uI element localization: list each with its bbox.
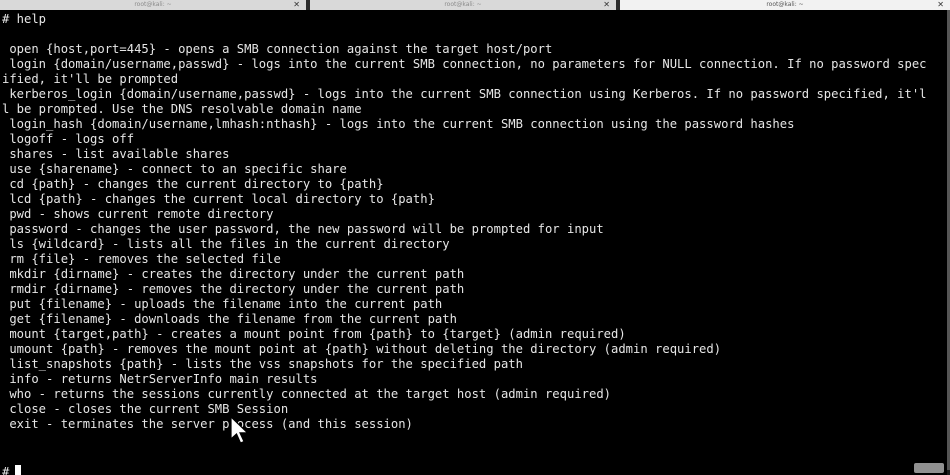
terminal-tab-3[interactable]: root@kali: ~ ✕: [620, 0, 950, 10]
close-icon[interactable]: ✕: [603, 0, 610, 10]
terminal-line: exit - terminates the server process (an…: [2, 417, 413, 431]
tab-title: root@kali: ~: [766, 1, 804, 8]
terminal-tab-2[interactable]: root@kali: ~ ✕: [310, 0, 616, 10]
terminal-line: put {filename} - uploads the filename in…: [2, 297, 443, 311]
terminal-line: kerberos_login {domain/username,passwd} …: [2, 87, 927, 101]
terminal-line: info - returns NetrServerInfo main resul…: [2, 372, 318, 386]
terminal-line: mount {target,path} - creates a mount po…: [2, 327, 626, 341]
terminal-line: use {sharename} - connect to an specific…: [2, 162, 347, 176]
terminal-line: l be prompted. Use the DNS resolvable do…: [2, 102, 362, 116]
terminal-line: pwd - shows current remote directory: [2, 207, 274, 221]
resize-hint: [914, 463, 944, 473]
terminal-line: password - changes the user password, th…: [2, 222, 604, 236]
prompt-symbol: #: [2, 465, 10, 475]
terminal-line: shares - list available shares: [2, 147, 230, 161]
terminal-line: rm {file} - removes the selected file: [2, 252, 281, 266]
terminal-line: login {domain/username,passwd} - logs in…: [2, 57, 927, 71]
terminal-line: logoff - logs off: [2, 132, 135, 146]
terminal-line: rmdir {dirname} - removes the directory …: [2, 282, 465, 296]
terminal-tab-1[interactable]: root@kali: ~ ✕: [0, 0, 306, 10]
terminal-line: cd {path} - changes the current director…: [2, 177, 384, 191]
terminal-line: # help: [2, 12, 47, 26]
tab-title: root@kali: ~: [444, 1, 482, 8]
close-icon[interactable]: ✕: [293, 0, 300, 10]
terminal-cursor: [15, 465, 22, 475]
terminal-line: umount {path} - removes the mount point …: [2, 342, 722, 356]
terminal-output[interactable]: # help open {host,port=445} - opens a SM…: [0, 10, 947, 475]
terminal-line: ified, it'll be prompted: [2, 72, 179, 86]
terminal-line: mkdir {dirname} - creates the directory …: [2, 267, 465, 281]
tab-bar: root@kali: ~ ✕ root@kali: ~ ✕ root@kali:…: [0, 0, 950, 10]
mouse-pointer-icon: [230, 416, 249, 444]
prompt-line[interactable]: #: [2, 465, 22, 475]
tab-title: root@kali: ~: [134, 1, 172, 8]
terminal-line: get {filename} - downloads the filename …: [2, 312, 457, 326]
terminal-line: close - closes the current SMB Session: [2, 402, 289, 416]
terminal-line: open {host,port=445} - opens a SMB conne…: [2, 42, 553, 56]
close-icon[interactable]: ✕: [937, 0, 944, 10]
terminal-line: who - returns the sessions currently con…: [2, 387, 612, 401]
terminal-line: login_hash {domain/username,lmhash:nthas…: [2, 117, 795, 131]
terminal-line: lcd {path} - changes the current local d…: [2, 192, 435, 206]
terminal-line: ls {wildcard} - lists all the files in t…: [2, 237, 450, 251]
terminal-line: list_snapshots {path} - lists the vss sn…: [2, 357, 523, 371]
